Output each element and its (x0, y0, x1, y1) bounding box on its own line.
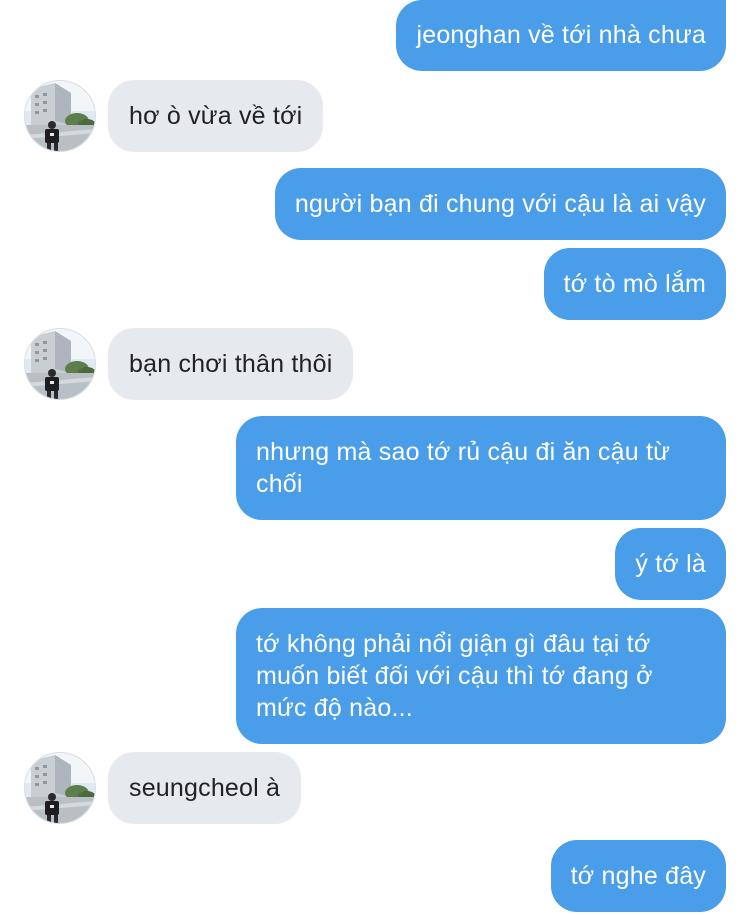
message-text: người bạn đi chung với cậu là ai vậy (294, 190, 706, 218)
contact-avatar-photo-icon (25, 81, 96, 152)
message-bubble-outgoing[interactable]: tớ tò mò lắm (543, 248, 726, 320)
message-text: tớ tò mò lắm (563, 270, 706, 298)
contact-avatar[interactable] (24, 752, 96, 824)
message-bubble-incoming[interactable]: hơ ò vừa về tới (108, 80, 324, 152)
message-bubble-incoming[interactable]: seungcheol à (108, 752, 302, 824)
message-text: seungcheol à (129, 774, 281, 802)
message-text: jeonghan về tới nhà chưa (416, 21, 706, 49)
message-bubble-outgoing[interactable]: tớ không phải nổi giận gì đâu tại tớ muố… (236, 608, 726, 744)
message-bubble-outgoing[interactable]: ý tớ là (615, 528, 726, 600)
message-text: tớ không phải nổi giận gì đâu tại tớ muố… (256, 630, 653, 722)
message-text: tớ nghe đây (570, 862, 706, 890)
message-bubble-incoming[interactable]: bạn chơi thân thôi (108, 328, 354, 400)
contact-avatar-photo-icon (25, 753, 96, 824)
message-thread: jeonghan về tới nhà chưa hơ ò vừa về tới… (0, 0, 750, 915)
contact-avatar-photo-icon (25, 329, 96, 400)
message-bubble-outgoing[interactable]: nhưng mà sao tớ rủ cậu đi ăn cậu từ chối (236, 416, 726, 520)
message-text: nhưng mà sao tớ rủ cậu đi ăn cậu từ chối (256, 438, 671, 498)
message-bubble-outgoing[interactable]: jeonghan về tới nhà chưa (396, 0, 726, 71)
message-bubble-outgoing[interactable]: người bạn đi chung với cậu là ai vậy (274, 168, 726, 240)
message-text: bạn chơi thân thôi (129, 350, 333, 378)
message-bubble-outgoing[interactable]: tớ nghe đây (550, 840, 726, 912)
message-text: ý tớ là (635, 550, 706, 578)
contact-avatar[interactable] (24, 328, 96, 400)
message-text: hơ ò vừa về tới (129, 102, 303, 130)
contact-avatar[interactable] (24, 80, 96, 152)
